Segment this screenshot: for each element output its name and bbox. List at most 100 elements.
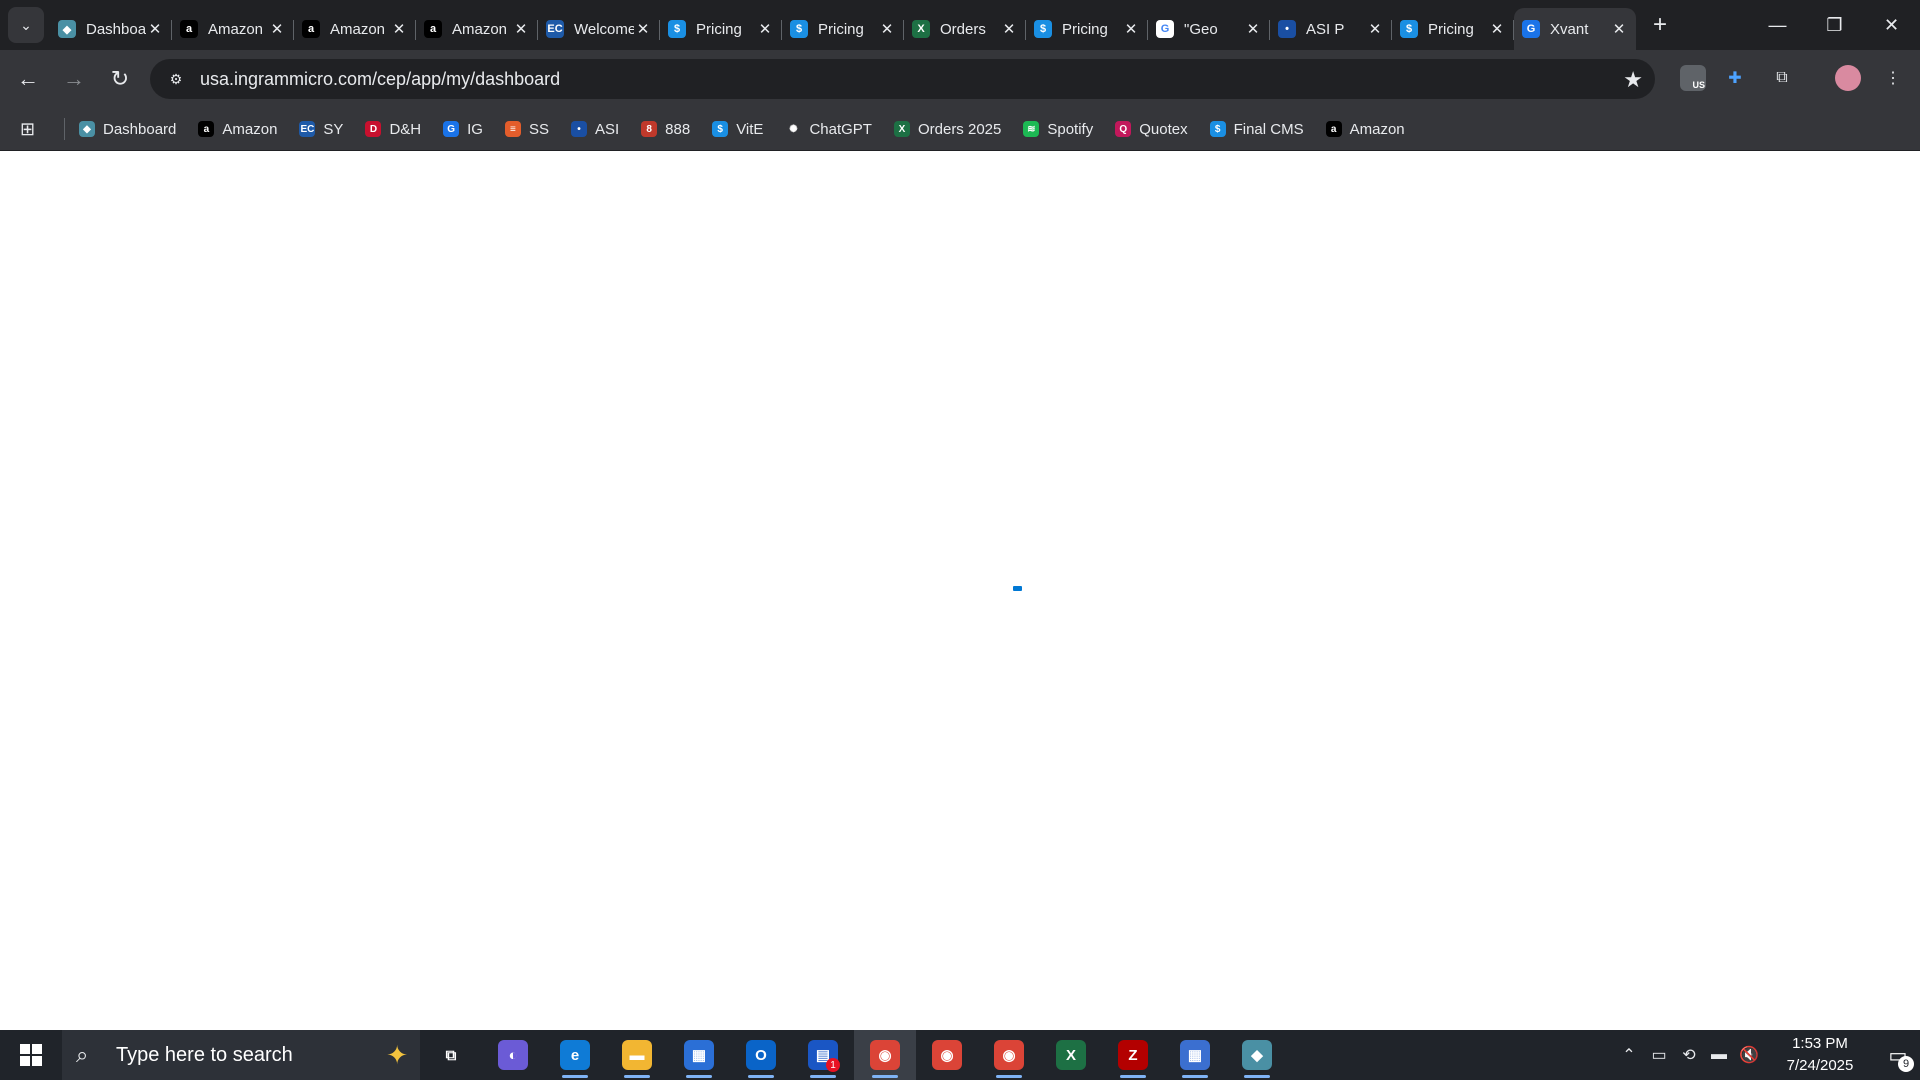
browser-tab[interactable]: a Amazon ✕ (294, 8, 416, 50)
file-explorer-app-button[interactable]: ▬ (606, 1030, 668, 1080)
bookmark-item[interactable]: X Orders 2025 (893, 121, 1001, 138)
profile-avatar[interactable] (1833, 63, 1863, 93)
bookmark-item[interactable]: ◆ Dashboard (79, 121, 176, 138)
address-bar[interactable]: ⚙ usa.ingrammicro.com/cep/app/my/dashboa… (150, 59, 1655, 99)
888-icon: 8 (641, 121, 658, 137)
bookmark-item[interactable]: D D&H (365, 121, 421, 138)
filezilla-app-button[interactable]: Z (1102, 1030, 1164, 1080)
tab-strip: ⌄ ◆Dashboard✕aAmazon✕aAmazon✕aAmazon✕ECW… (0, 0, 1920, 50)
show-hidden-icons-icon[interactable]: ⌃ (1614, 1045, 1644, 1065)
back-icon[interactable]: ← (10, 61, 46, 97)
minimize-icon[interactable]: — (1749, 0, 1806, 50)
restore-icon[interactable]: ❐ (1806, 0, 1863, 50)
clock[interactable]: 1:53 PM 7/24/2025 (1772, 1033, 1868, 1077)
browser-tab[interactable]: G "Geo ✕ (1148, 8, 1270, 50)
dashboard-hex-icon: ◆ (79, 121, 95, 137)
bookmark-item[interactable]: $ Final CMS (1209, 121, 1304, 138)
outlook-app-button[interactable]: O (730, 1030, 792, 1080)
chrome-app-3-button[interactable]: ◉ (978, 1030, 1040, 1080)
bookmark-item[interactable]: ≋ Spotify (1023, 121, 1093, 138)
copilot-app-button[interactable]: ◐ (482, 1030, 544, 1080)
tab-close-icon[interactable]: ✕ (1244, 20, 1262, 38)
volume-muted-icon[interactable]: 🔇 (1734, 1045, 1764, 1065)
notification-center-icon[interactable]: ▭ 9 (1876, 1030, 1920, 1080)
bookmark-item[interactable]: EC SY (299, 121, 343, 138)
extension-icon[interactable]: ✚ (1720, 63, 1750, 93)
browser-tab[interactable]: a Amazon ✕ (172, 8, 294, 50)
browser-tab[interactable]: EC Welcome ✕ (538, 8, 660, 50)
browser-tab[interactable]: X Orders ✕ (904, 8, 1026, 50)
new-tab-button[interactable]: + (1642, 7, 1678, 43)
browser-tab[interactable]: $ Pricing ✕ (1392, 8, 1514, 50)
network-icon[interactable]: ⟲ (1674, 1045, 1704, 1065)
site-info-icon[interactable]: ⚙ (164, 67, 188, 91)
apps-grid-icon[interactable]: ⊞ (20, 119, 46, 140)
bookmarks-divider (64, 118, 65, 140)
tab-close-icon[interactable]: ✕ (512, 20, 530, 38)
dollar-icon: $ (712, 121, 729, 137)
bookmark-item[interactable]: a Amazon (198, 121, 277, 138)
tab-close-icon[interactable]: ✕ (756, 20, 774, 38)
stack-icon: ≡ (504, 121, 521, 137)
bookmark-item[interactable]: Q Quotex (1115, 121, 1188, 138)
search-icon: ⌕ (76, 1042, 89, 1067)
tab-label: Pricing (1428, 20, 1474, 38)
excel-app-button[interactable]: X (1040, 1030, 1102, 1080)
browser-tab[interactable]: a Amazon ✕ (416, 8, 538, 50)
taskbar-apps: ⧉ ◐ e ▬ ▦ O ▤ 1 ◉ ◉ ◉ X Z ▦ ◆ (420, 1030, 1288, 1080)
browser-tab[interactable]: ◆ Dashboard✕ (50, 8, 172, 50)
menu-kebab-icon[interactable]: ⋮ (1878, 63, 1908, 93)
tab-search-button[interactable]: ⌄ (8, 7, 44, 43)
tab-close-icon[interactable]: ✕ (146, 20, 164, 38)
browser-tab[interactable]: $ Pricing ✕ (1026, 8, 1148, 50)
copilot-app-icon: ◐ (498, 1040, 528, 1070)
chrome-app-2-button[interactable]: ◉ (916, 1030, 978, 1080)
bookmark-item[interactable]: ≡ SS (504, 121, 549, 138)
google-icon: G (1156, 20, 1174, 38)
tab-close-icon[interactable]: ✕ (1610, 20, 1628, 38)
close-window-icon[interactable]: ✕ (1863, 0, 1920, 50)
url-text[interactable]: usa.ingrammicro.com/cep/app/my/dashboard (200, 69, 560, 90)
browser-tab[interactable]: $ Pricing ✕ (782, 8, 904, 50)
browser-tab[interactable]: $ Pricing ✕ (660, 8, 782, 50)
tab-close-icon[interactable]: ✕ (1122, 20, 1140, 38)
battery-icon[interactable]: ▬ (1704, 1046, 1734, 1064)
store-app-button[interactable]: ▦ (668, 1030, 730, 1080)
tab-close-icon[interactable]: ✕ (268, 20, 286, 38)
edge-app-button[interactable]: e (544, 1030, 606, 1080)
tab-close-icon[interactable]: ✕ (878, 20, 896, 38)
reload-icon[interactable]: ↻ (102, 61, 138, 97)
bookmark-item[interactable]: • ASI (570, 121, 619, 138)
browser-tab[interactable]: G Xvant ✕ (1514, 8, 1636, 50)
bookmark-item[interactable]: G IG (443, 121, 483, 138)
forward-icon[interactable]: → (56, 61, 92, 97)
vpn-extension-icon[interactable]: US (1678, 63, 1708, 93)
bookmark-label: SY (323, 120, 344, 138)
bookmark-item[interactable]: a Amazon (1325, 121, 1405, 138)
calculator-app-button[interactable]: ▦ (1164, 1030, 1226, 1080)
taskbar-search-box[interactable]: ⌕ Type here to search ✦ (62, 1030, 420, 1080)
ec-icon: EC (299, 121, 316, 137)
calendar-app-button[interactable]: ▤ 1 (792, 1030, 854, 1080)
tab-close-icon[interactable]: ✕ (634, 20, 652, 38)
start-button[interactable] (0, 1030, 62, 1080)
copilot-sparkle-icon[interactable]: ✦ (386, 1040, 408, 1071)
bookmark-label: D&H (389, 120, 422, 138)
display-icon[interactable]: ▭ (1644, 1045, 1674, 1065)
tab-label: Pricing (1062, 20, 1108, 38)
tab-close-icon[interactable]: ✕ (390, 20, 408, 38)
browser-tab[interactable]: • ASI P ✕ (1270, 8, 1392, 50)
hex-app-icon: ◆ (1242, 1040, 1272, 1070)
tab-close-icon[interactable]: ✕ (1000, 20, 1018, 38)
bookmark-item[interactable]: ✺ ChatGPT (785, 121, 872, 138)
bookmark-star-icon[interactable]: ★ (1623, 67, 1643, 93)
tab-close-icon[interactable]: ✕ (1366, 20, 1384, 38)
task-view-button[interactable]: ⧉ (420, 1030, 482, 1080)
bookmark-item[interactable]: 8 888 (641, 121, 690, 138)
chrome-app-1-button[interactable]: ◉ (854, 1030, 916, 1080)
extensions-puzzle-icon[interactable]: ⧉ (1767, 63, 1797, 93)
tab-close-icon[interactable]: ✕ (1488, 20, 1506, 38)
hex-app-button[interactable]: ◆ (1226, 1030, 1288, 1080)
bookmarks-bar: ⊞ ◆ Dashboard a Amazon EC SY D D&H G IG ≡ SS • ASI 8 88… (0, 108, 1920, 151)
bookmark-item[interactable]: $ VitE (712, 121, 763, 138)
